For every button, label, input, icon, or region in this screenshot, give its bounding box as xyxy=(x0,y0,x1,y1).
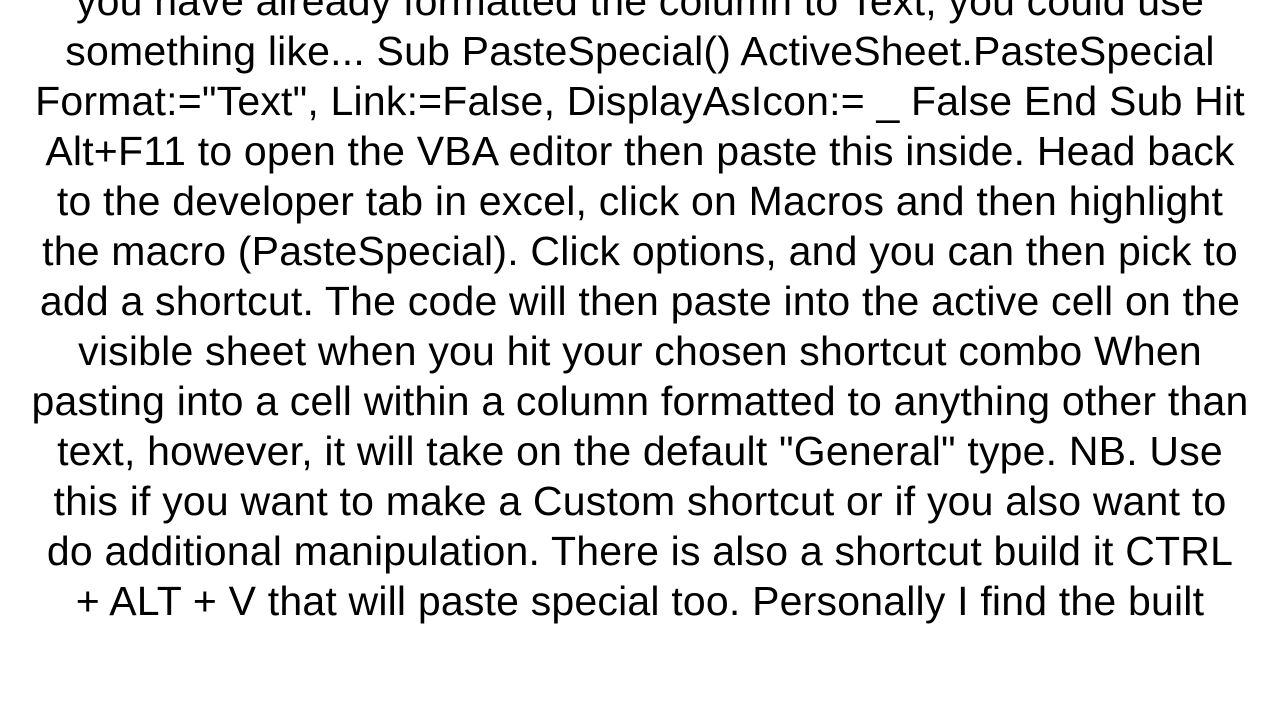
document-page: you have already formatted the column to… xyxy=(0,0,1280,720)
document-body-text: you have already formatted the column to… xyxy=(30,0,1250,626)
